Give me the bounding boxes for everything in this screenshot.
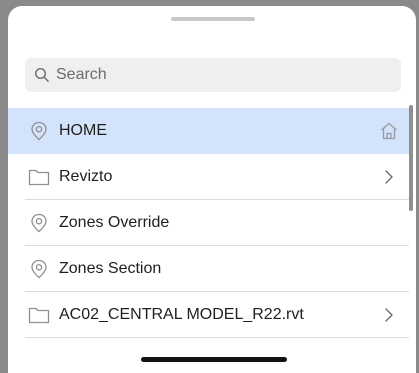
list-item-label: Zones Override — [59, 214, 170, 231]
search-bar[interactable] — [25, 58, 401, 92]
list-item-home[interactable]: HOME — [8, 108, 409, 154]
list-item-label: AC02_CENTRAL MODEL_R22.rvt — [59, 306, 304, 323]
list-item-ac02-central-model[interactable]: AC02_CENTRAL MODEL_R22.rvt — [8, 292, 409, 338]
list-item-label: Revizto — [59, 168, 113, 185]
location-pin-icon — [31, 121, 47, 141]
location-pin-icon — [31, 213, 47, 233]
home-indicator[interactable] — [141, 357, 287, 362]
sheet-grabber-handle[interactable] — [171, 17, 255, 21]
list-item-label: HOME — [59, 122, 107, 139]
list-item-revizto[interactable]: Revizto — [8, 154, 409, 200]
list-item-zones-section[interactable]: Zones Section — [8, 246, 409, 292]
chevron-right-icon — [385, 170, 393, 184]
list-item-label: Zones Section — [59, 260, 162, 277]
bottom-sheet: HOME Revizto Zones Override — [8, 6, 416, 373]
search-icon — [34, 67, 49, 82]
scrollbar[interactable] — [409, 105, 413, 211]
folder-icon — [28, 169, 50, 186]
list-item-zones-override[interactable]: Zones Override — [8, 200, 409, 246]
chevron-right-icon — [385, 308, 393, 322]
location-list: HOME Revizto Zones Override Zones Sectio… — [8, 108, 409, 338]
home-icon[interactable] — [379, 121, 399, 141]
location-pin-icon — [31, 259, 47, 279]
row-divider — [25, 337, 409, 338]
search-input[interactable] — [56, 66, 376, 84]
folder-icon — [28, 307, 50, 324]
